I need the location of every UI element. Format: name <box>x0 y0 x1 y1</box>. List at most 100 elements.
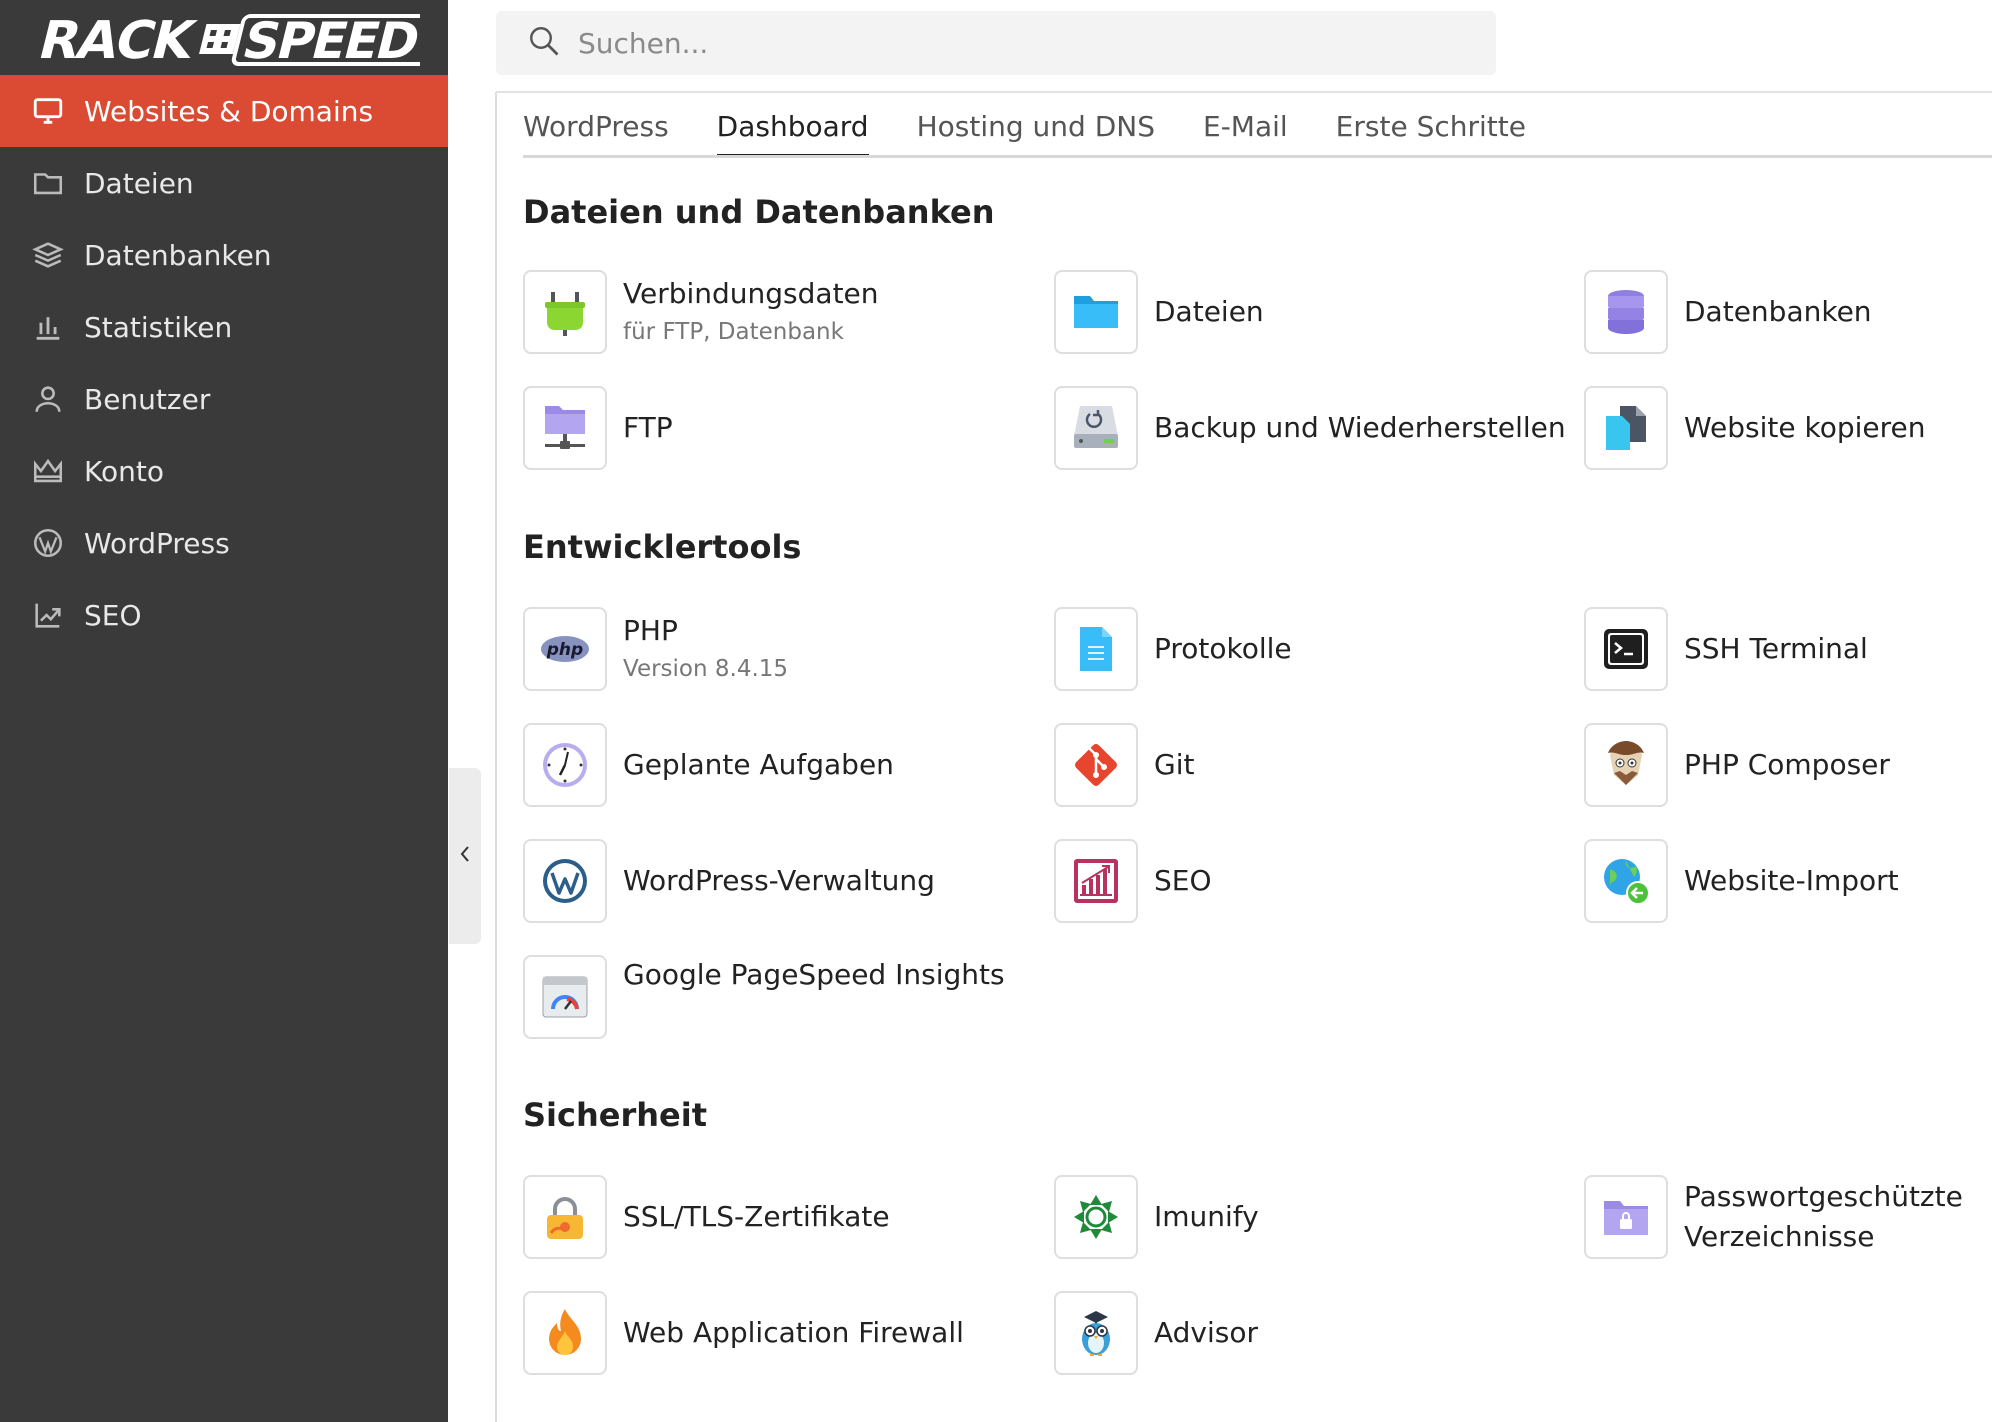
sidebar-item-label: Statistiken <box>84 310 233 344</box>
folder-icon <box>1054 270 1138 354</box>
tile-label: Geplante Aufgaben <box>623 748 894 781</box>
section-title-entwicklertools: Entwicklertools <box>523 528 802 566</box>
tab-divider <box>523 155 1992 158</box>
chevron-left-icon <box>457 843 473 869</box>
search-input[interactable] <box>578 26 1478 60</box>
section-title-sicherheit: Sicherheit <box>523 1096 707 1134</box>
tile-text: Geplante Aufgaben <box>623 745 894 785</box>
tile-text: PHP Version 8.4.15 <box>623 611 788 687</box>
tab-email[interactable]: E-Mail <box>1203 110 1288 158</box>
tile-text: Website-Import <box>1684 861 1899 901</box>
database-icon <box>1584 270 1668 354</box>
locked-folder-icon <box>1584 1175 1668 1259</box>
tile-advisor[interactable]: Advisor <box>1054 1291 1258 1375</box>
svg-text:php: php <box>546 640 583 660</box>
tile-label: Imunify <box>1154 1200 1259 1233</box>
tile-text: Protokolle <box>1154 629 1292 669</box>
tile-label: Google PageSpeed Insights <box>623 958 1005 991</box>
tile-php-composer[interactable]: PHP Composer <box>1584 723 1890 807</box>
terminal-icon <box>1584 607 1668 691</box>
tile-ssl-tls[interactable]: SSL/TLS-Zertifikate <box>523 1175 890 1259</box>
tile-label: Protokolle <box>1154 632 1292 665</box>
search-bar[interactable] <box>496 11 1496 75</box>
tile-wordpress-verwaltung[interactable]: WordPress-Verwaltung <box>523 839 935 923</box>
sidebar-item-seo[interactable]: SEO <box>0 579 448 651</box>
folder-icon <box>30 165 66 201</box>
git-icon <box>1054 723 1138 807</box>
sidebar-item-wordpress[interactable]: WordPress <box>0 507 448 579</box>
tile-php[interactable]: php PHP Version 8.4.15 <box>523 607 788 691</box>
tile-text: Google PageSpeed Insights <box>623 955 1005 995</box>
tile-pagespeed[interactable]: Google PageSpeed Insights <box>523 955 1005 1039</box>
tile-git[interactable]: Git <box>1054 723 1194 807</box>
sidebar-item-label: Websites & Domains <box>84 94 374 128</box>
tile-label: SSL/TLS-Zertifikate <box>623 1200 890 1233</box>
sidebar-item-websites-domains[interactable]: Websites & Domains <box>0 75 448 147</box>
tab-erste-schritte[interactable]: Erste Schritte <box>1336 110 1526 158</box>
owl-icon <box>1054 1291 1138 1375</box>
tile-text: FTP <box>623 408 673 448</box>
tile-website-import[interactable]: Website-Import <box>1584 839 1899 923</box>
tile-text: Imunify <box>1154 1197 1259 1237</box>
sidebar-item-benutzer[interactable]: Benutzer <box>0 363 448 435</box>
tile-label: Datenbanken <box>1684 295 1872 328</box>
tile-ftp[interactable]: FTP <box>523 386 673 470</box>
tile-label: SEO <box>1154 864 1212 897</box>
tile-datenbanken[interactable]: Datenbanken <box>1584 270 1872 354</box>
tile-text: Web Application Firewall <box>623 1313 964 1353</box>
tile-label: Backup und Wiederherstellen <box>1154 411 1566 444</box>
tab-wordpress[interactable]: WordPress <box>523 110 669 158</box>
tile-label: SSH Terminal <box>1684 632 1868 665</box>
tile-label: Website kopieren <box>1684 411 1926 444</box>
search-icon <box>526 23 562 63</box>
tile-text: Datenbanken <box>1684 292 1872 332</box>
tile-text: Passwortgeschützte Verzeichnisse <box>1684 1177 1963 1257</box>
composer-icon <box>1584 723 1668 807</box>
tile-text: Website kopieren <box>1684 408 1926 448</box>
flame-icon <box>523 1291 607 1375</box>
sidebar-item-statistiken[interactable]: Statistiken <box>0 291 448 363</box>
brand-logo[interactable]: RACK SPEED <box>0 0 448 75</box>
php-icon: php <box>523 607 607 691</box>
tile-passwortgeschuetzte-verzeichnisse[interactable]: Passwortgeschützte Verzeichnisse <box>1584 1175 1963 1259</box>
tile-label: Website-Import <box>1684 864 1899 897</box>
tile-geplante-aufgaben[interactable]: Geplante Aufgaben <box>523 723 894 807</box>
tile-dateien[interactable]: Dateien <box>1054 270 1264 354</box>
sidebar: RACK SPEED Websites & Domains Dateien Da… <box>0 0 448 1422</box>
tile-text: Verbindungsdaten für FTP, Datenbank <box>623 274 879 350</box>
sidebar-item-label: Benutzer <box>84 382 211 416</box>
lock-icon <box>523 1175 607 1259</box>
tile-website-kopieren[interactable]: Website kopieren <box>1584 386 1926 470</box>
tile-protokolle[interactable]: Protokolle <box>1054 607 1292 691</box>
content-divider <box>495 92 497 1422</box>
tab-hosting-dns[interactable]: Hosting und DNS <box>917 110 1155 158</box>
log-file-icon <box>1054 607 1138 691</box>
tile-ssh-terminal[interactable]: SSH Terminal <box>1584 607 1868 691</box>
sidebar-item-label: Dateien <box>84 166 194 200</box>
tile-imunify[interactable]: Imunify <box>1054 1175 1259 1259</box>
imunify-icon <box>1054 1175 1138 1259</box>
sidebar-collapse-button[interactable] <box>449 768 481 944</box>
plug-icon <box>523 270 607 354</box>
tile-seo[interactable]: SEO <box>1054 839 1212 923</box>
tile-verbindungsdaten[interactable]: Verbindungsdaten für FTP, Datenbank <box>523 270 879 354</box>
sidebar-item-dateien[interactable]: Dateien <box>0 147 448 219</box>
tile-backup[interactable]: Backup und Wiederherstellen <box>1054 386 1566 470</box>
tile-text: Advisor <box>1154 1313 1258 1353</box>
tab-bar: WordPress Dashboard Hosting und DNS E-Ma… <box>523 110 1574 158</box>
tile-label: Verbindungsdaten <box>623 277 879 310</box>
tile-label-line2: Verzeichnisse <box>1684 1220 1875 1253</box>
sidebar-item-datenbanken[interactable]: Datenbanken <box>0 219 448 291</box>
tab-dashboard[interactable]: Dashboard <box>716 110 869 158</box>
copy-icon <box>1584 386 1668 470</box>
tile-label: FTP <box>623 411 673 444</box>
tile-text: Dateien <box>1154 292 1264 332</box>
tile-label: PHP <box>623 614 678 647</box>
tile-text: Git <box>1154 745 1194 785</box>
sidebar-item-konto[interactable]: Konto <box>0 435 448 507</box>
tile-web-application-firewall[interactable]: Web Application Firewall <box>523 1291 964 1375</box>
wordpress-icon <box>30 525 66 561</box>
pagespeed-icon <box>523 955 607 1039</box>
layers-icon <box>30 237 66 273</box>
header-divider <box>496 91 1992 93</box>
